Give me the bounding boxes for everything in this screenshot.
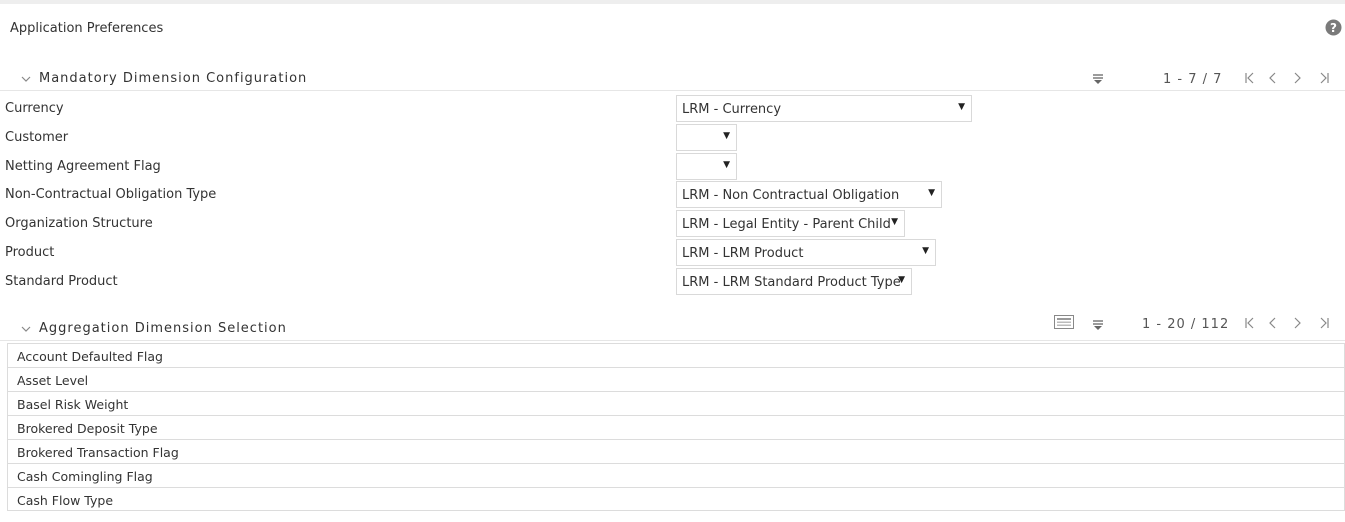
dropdown-caret-icon: ▼ bbox=[958, 102, 965, 112]
dropdown-caret-icon: ▼ bbox=[928, 188, 935, 198]
previous-page-icon[interactable] bbox=[1267, 72, 1279, 84]
list-item[interactable]: Asset Level bbox=[7, 367, 1345, 391]
top-border bbox=[0, 0, 1345, 4]
dropdown-caret-icon: ▼ bbox=[898, 275, 905, 285]
chevron-down-icon[interactable] bbox=[20, 73, 32, 85]
product-select[interactable]: LRM - LRM Product ▼ bbox=[676, 239, 936, 266]
dropdown-caret-icon: ▼ bbox=[891, 217, 898, 227]
aggregation-section-title: Aggregation Dimension Selection bbox=[39, 321, 287, 336]
first-page-icon[interactable] bbox=[1244, 72, 1256, 84]
row-label-currency: Currency bbox=[5, 101, 64, 116]
select-value: LRM - LRM Standard Product Type bbox=[682, 275, 901, 290]
list-item[interactable]: Cash Comingling Flag bbox=[7, 463, 1345, 487]
dropdown-caret-icon: ▼ bbox=[922, 246, 929, 256]
row-label-customer: Customer bbox=[5, 130, 69, 145]
select-value: LRM - Non Contractual Obligation bbox=[682, 188, 900, 203]
help-icon[interactable]: ? bbox=[1325, 19, 1342, 36]
chevron-down-icon[interactable] bbox=[20, 323, 32, 335]
row-label-netting-agreement-flag: Netting Agreement Flag bbox=[5, 159, 161, 174]
netting-agreement-flag-select[interactable]: ▼ bbox=[676, 153, 737, 180]
dropdown-caret-icon: ▼ bbox=[723, 131, 730, 141]
non-contractual-obligation-type-select[interactable]: LRM - Non Contractual Obligation ▼ bbox=[676, 181, 942, 208]
select-value: LRM - Legal Entity - Parent Child bbox=[682, 217, 891, 232]
last-page-icon[interactable] bbox=[1318, 317, 1330, 329]
aggregation-pager-text: 1 - 20 / 112 bbox=[1142, 317, 1230, 332]
select-value: LRM - LRM Product bbox=[682, 246, 804, 261]
row-label-non-contractual-obligation-type: Non-Contractual Obligation Type bbox=[5, 187, 217, 202]
list-item-label: Cash Comingling Flag bbox=[17, 469, 153, 484]
list-item-label: Account Defaulted Flag bbox=[17, 349, 163, 364]
next-page-icon[interactable] bbox=[1291, 317, 1303, 329]
customer-select[interactable]: ▼ bbox=[676, 124, 737, 151]
select-value: LRM - Currency bbox=[682, 102, 782, 117]
list-item[interactable]: Basel Risk Weight bbox=[7, 391, 1345, 415]
list-item-label: Brokered Deposit Type bbox=[17, 421, 158, 436]
last-page-icon[interactable] bbox=[1318, 72, 1330, 84]
first-page-icon[interactable] bbox=[1244, 317, 1256, 329]
list-item[interactable]: Brokered Transaction Flag bbox=[7, 439, 1345, 463]
next-page-icon[interactable] bbox=[1291, 72, 1303, 84]
aggregation-dimension-list: Account Defaulted Flag Asset Level Basel… bbox=[7, 343, 1345, 511]
organization-structure-select[interactable]: LRM - Legal Entity - Parent Child ▼ bbox=[676, 210, 905, 237]
list-item[interactable]: Cash Flow Type bbox=[7, 487, 1345, 511]
mandatory-section-title: Mandatory Dimension Configuration bbox=[39, 71, 308, 86]
list-item-label: Brokered Transaction Flag bbox=[17, 445, 179, 460]
section-divider bbox=[0, 90, 1345, 91]
list-item-label: Basel Risk Weight bbox=[17, 397, 129, 412]
section-divider bbox=[0, 340, 1345, 341]
detach-table-icon[interactable] bbox=[1054, 315, 1074, 329]
previous-page-icon[interactable] bbox=[1267, 317, 1279, 329]
sort-filter-icon[interactable] bbox=[1092, 73, 1104, 85]
list-item[interactable]: Account Defaulted Flag bbox=[7, 343, 1345, 367]
currency-select[interactable]: LRM - Currency ▼ bbox=[676, 95, 972, 122]
list-item-label: Cash Flow Type bbox=[17, 493, 114, 508]
svg-text:?: ? bbox=[1330, 21, 1337, 35]
list-item[interactable]: Brokered Deposit Type bbox=[7, 415, 1345, 439]
page-title: Application Preferences bbox=[10, 21, 164, 36]
row-label-organization-structure: Organization Structure bbox=[5, 216, 153, 231]
sort-filter-icon[interactable] bbox=[1092, 319, 1104, 331]
standard-product-select[interactable]: LRM - LRM Standard Product Type ▼ bbox=[676, 268, 912, 295]
row-label-product: Product bbox=[5, 245, 55, 260]
list-item-label: Asset Level bbox=[17, 373, 89, 388]
row-label-standard-product: Standard Product bbox=[5, 274, 118, 289]
mandatory-pager-text: 1 - 7 / 7 bbox=[1163, 72, 1223, 87]
dropdown-caret-icon: ▼ bbox=[723, 160, 730, 170]
